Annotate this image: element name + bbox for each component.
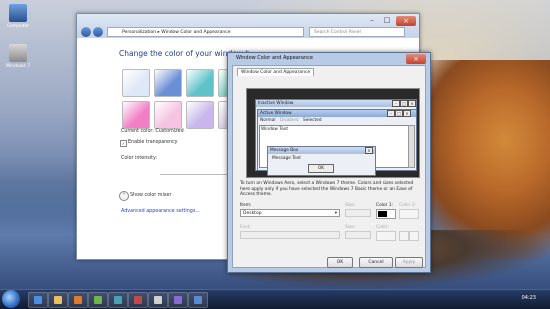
app-icon [174, 296, 182, 304]
preview-ok-button: OK [308, 164, 334, 173]
taskbar: 04:23 [0, 289, 550, 309]
app-icon [94, 296, 102, 304]
size-input[interactable] [345, 209, 371, 217]
transparency-label: Enable transparency [128, 140, 178, 145]
desktop-icon-windows7[interactable]: Windows 7 [3, 44, 33, 69]
color1-swatch [378, 211, 387, 217]
font-color-picker[interactable] [376, 231, 396, 241]
back-button[interactable] [81, 27, 91, 37]
control-panel-icon [194, 296, 202, 304]
preview-close-icon: × [365, 147, 373, 154]
dialog-close-button[interactable]: × [406, 54, 426, 64]
preview-scrollbar [408, 125, 415, 168]
preview-minimize-icon: – [392, 100, 400, 107]
color-swatch[interactable] [154, 101, 182, 129]
app-icon [154, 296, 162, 304]
item-select[interactable]: Desktop ▾ [240, 209, 340, 217]
cancel-button[interactable]: Cancel [359, 257, 393, 268]
color-swatch[interactable] [122, 69, 150, 97]
menu-disabled: Disabled [279, 118, 299, 123]
color2-label: Color 2: [399, 203, 417, 208]
taskbar-control-panel[interactable] [188, 292, 208, 308]
color-swatch[interactable] [186, 69, 214, 97]
taskbar-app8[interactable] [168, 292, 188, 308]
taskbar-ie[interactable] [28, 292, 48, 308]
window-color-dialog: Window Color and Appearance × Window Col… [227, 52, 431, 273]
expand-icon[interactable]: ˅ [119, 191, 129, 201]
italic-button[interactable] [409, 231, 419, 241]
message-text: Message Text [272, 156, 301, 161]
menu-normal: Normal [260, 118, 276, 123]
forward-button[interactable] [93, 27, 103, 37]
preview-menu: Normal Disabled Selected [260, 118, 322, 123]
ie-icon [34, 296, 42, 304]
color1-label: Color 1: [376, 203, 394, 208]
preview-maximize-icon: □ [395, 110, 403, 117]
app-icon [114, 296, 122, 304]
tab-window-color[interactable]: Window Color and Appearance [237, 68, 315, 76]
taskbar-media[interactable] [68, 292, 88, 308]
advanced-appearance-link[interactable]: Advanced appearance settings... [121, 209, 200, 214]
message-box-title: Message Box [268, 147, 375, 154]
preview-minimize-icon: – [387, 110, 395, 117]
appearance-preview[interactable]: Inactive Window – □ × Active Window Norm… [246, 88, 420, 178]
color-swatch[interactable] [154, 69, 182, 97]
folder-icon [9, 44, 27, 62]
desktop-icon-label: Computer [6, 24, 30, 29]
taskbar-app4[interactable] [88, 292, 108, 308]
maximize-button[interactable]: □ [380, 16, 394, 26]
font-size-label: Size: [345, 225, 356, 230]
font-color-label: Color: [376, 225, 389, 230]
color1-picker[interactable] [376, 209, 396, 219]
clock[interactable]: 04:23 [522, 295, 536, 301]
taskbar-app5[interactable] [108, 292, 128, 308]
menu-selected: Selected [302, 118, 322, 123]
dialog-title: Window Color and Appearance [236, 55, 313, 61]
preview-close-icon: × [408, 100, 416, 107]
minimize-button[interactable]: – [365, 16, 379, 26]
color-intensity-label: Color intensity: [121, 156, 158, 161]
computer-icon [9, 4, 27, 22]
item-select-value: Desktop [243, 211, 262, 216]
dialog-body: Window Color and Appearance Inactive Win… [232, 65, 426, 268]
color-swatch[interactable] [186, 101, 214, 129]
start-button[interactable] [2, 290, 20, 308]
transparency-checkbox[interactable]: ✓ [120, 140, 127, 147]
font-select[interactable] [240, 231, 340, 239]
preview-message-box[interactable]: Message Box Message Text OK [267, 146, 376, 176]
color-swatch[interactable] [122, 101, 150, 129]
font-label: Font: [240, 225, 252, 230]
item-label: Item: [240, 203, 252, 208]
app-icon [134, 296, 142, 304]
desktop-icon-label: Windows 7 [5, 64, 31, 69]
apply-button[interactable]: Apply [395, 257, 423, 268]
preview-close-icon: × [403, 110, 411, 117]
search-input[interactable]: Search Control Panel [309, 27, 405, 37]
size-label: Size: [345, 203, 356, 208]
taskbar-app7[interactable] [148, 292, 168, 308]
color2-picker[interactable] [399, 209, 419, 219]
chevron-down-icon: ▾ [334, 211, 337, 216]
info-text: To turn on Windows Aero, select a Window… [240, 181, 414, 197]
close-button[interactable]: × [396, 16, 416, 26]
taskbar-app6[interactable] [128, 292, 148, 308]
taskbar-explorer[interactable] [48, 292, 68, 308]
address-bar[interactable]: Personalization ▸ Window Color and Appea… [107, 27, 304, 37]
folder-icon [54, 296, 62, 304]
desktop-icon-computer[interactable]: Computer [3, 4, 33, 29]
preview-maximize-icon: □ [400, 100, 408, 107]
bold-button[interactable] [399, 231, 409, 241]
media-player-icon [74, 296, 82, 304]
ok-button[interactable]: OK [327, 257, 353, 268]
show-color-mixer-label[interactable]: Show color mixer [130, 193, 171, 198]
current-color-label: Current color: Customized [121, 129, 184, 134]
font-size-input[interactable] [345, 231, 371, 239]
